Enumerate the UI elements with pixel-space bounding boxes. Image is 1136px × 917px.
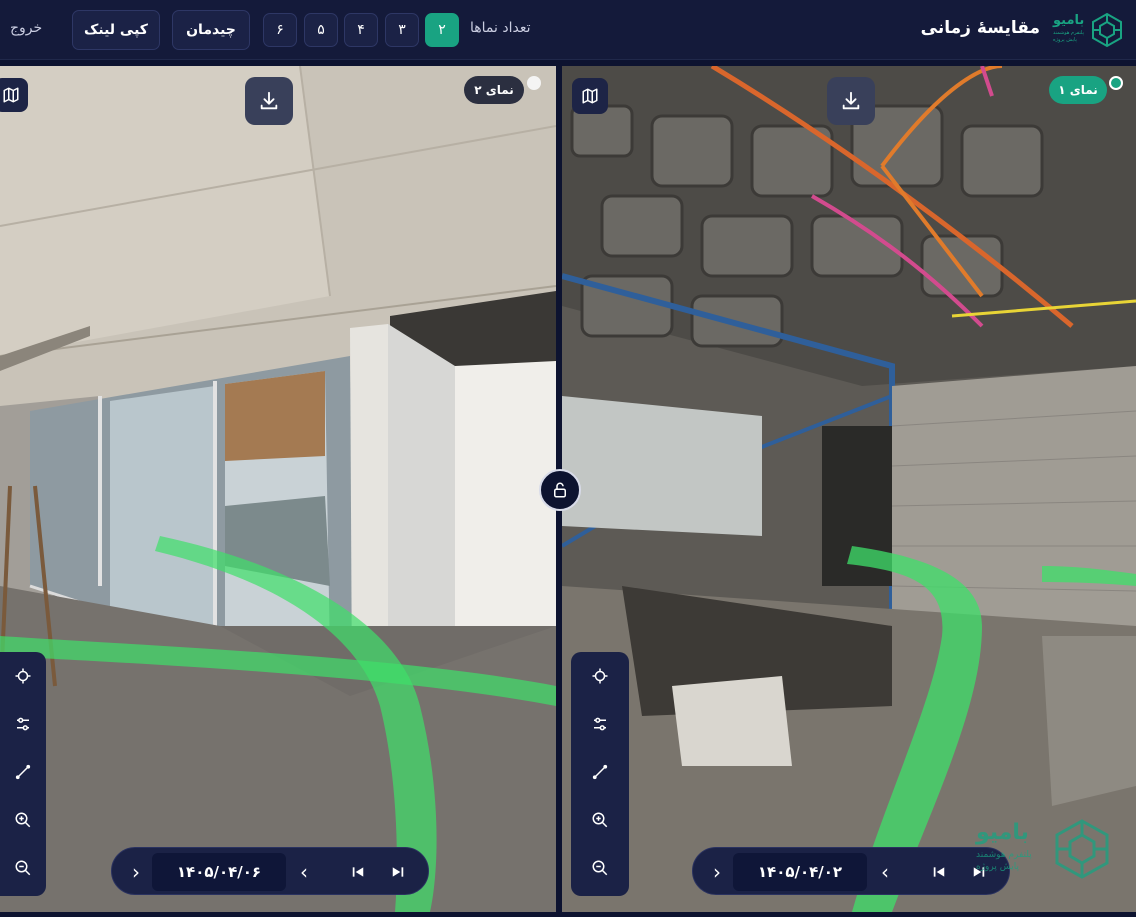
view-1-measure-button[interactable] bbox=[571, 748, 629, 796]
view-count-6-button[interactable]: ۶ bbox=[263, 13, 297, 47]
view-count-3-button[interactable]: ۳ bbox=[385, 13, 419, 47]
view-1-zoom-in-button[interactable] bbox=[571, 796, 629, 844]
view-2-zoom-out-button[interactable] bbox=[0, 844, 46, 892]
view-2-first-button[interactable] bbox=[344, 848, 372, 896]
view-count-label: تعداد نماها bbox=[470, 20, 531, 36]
view-1-locate-button[interactable] bbox=[571, 652, 629, 700]
watermark-tagline-2: پایش پروژه bbox=[976, 862, 1019, 872]
view-2-status-dot[interactable] bbox=[527, 76, 541, 90]
view-2-next-date-button[interactable]: › bbox=[122, 848, 150, 896]
view-2-adjust-button[interactable] bbox=[0, 700, 46, 748]
map-icon bbox=[582, 88, 598, 104]
measure-icon bbox=[15, 764, 31, 780]
view-1-status-dot[interactable] bbox=[1109, 76, 1123, 90]
view-1-first-button[interactable] bbox=[925, 848, 953, 896]
watermark-name: بامیو bbox=[976, 820, 1029, 845]
skip-start-icon bbox=[352, 867, 364, 877]
view-2-image bbox=[0, 66, 556, 912]
view-1-zoom-out-button[interactable] bbox=[571, 844, 629, 892]
view-1-tool-rail bbox=[571, 652, 629, 896]
sliders-icon bbox=[17, 717, 29, 731]
top-bar: بامیو پلتفرم هوشمند پایش پروژه مقایسهٔ ز… bbox=[0, 0, 1136, 60]
watermark-logo: بامیو پلتفرم هوشمند پایش پروژه bbox=[972, 816, 1122, 886]
view-2-locate-button[interactable] bbox=[0, 652, 46, 700]
view-2-last-button[interactable] bbox=[384, 848, 412, 896]
brand-logo: بامیو پلتفرم هوشمند پایش پروژه bbox=[1053, 11, 1127, 49]
view-count-4-button[interactable]: ۴ bbox=[344, 13, 378, 47]
copy-link-button[interactable]: کپی لینک bbox=[72, 10, 160, 50]
view-1-prev-date-button[interactable]: ‹ bbox=[871, 848, 899, 896]
crosshair-icon bbox=[15, 668, 31, 684]
view-1-download-button[interactable] bbox=[827, 77, 875, 125]
view-1-image bbox=[562, 66, 1136, 912]
view-2-map-button[interactable] bbox=[0, 78, 28, 112]
view-2-prev-date-button[interactable]: ‹ bbox=[290, 848, 318, 896]
zoom-out-icon bbox=[15, 860, 31, 876]
zoom-in-icon bbox=[15, 812, 31, 828]
view-count-2-button[interactable]: ۲ bbox=[425, 13, 459, 47]
zoom-in-icon bbox=[592, 812, 608, 828]
view-1-date-bar: › ۱۴۰۵/۰۴/۰۲ ‹ bbox=[692, 847, 1010, 895]
sync-lock-button[interactable] bbox=[539, 469, 581, 511]
download-icon bbox=[260, 91, 278, 110]
view-count-5-button[interactable]: ۵ bbox=[304, 13, 338, 47]
watermark-tagline-1: پلتفرم هوشمند bbox=[976, 850, 1032, 860]
brand-tagline-2: پایش پروژه bbox=[1053, 37, 1077, 43]
view-2-tool-rail bbox=[0, 652, 46, 896]
view-1-badge: نمای ۱ bbox=[1049, 76, 1107, 104]
view-1-panorama[interactable]: نمای ۱ › ۱۴۰۵/۰۴/۰۲ ‹ بامیو پلتفرم هوشمن… bbox=[562, 66, 1136, 912]
brand-tagline-1: پلتفرم هوشمند bbox=[1053, 30, 1084, 36]
view-2-download-button[interactable] bbox=[245, 77, 293, 125]
view-1-adjust-button[interactable] bbox=[571, 700, 629, 748]
view-1-map-button[interactable] bbox=[572, 78, 608, 114]
measure-icon bbox=[592, 764, 608, 780]
skip-end-icon bbox=[392, 867, 404, 877]
unlock-icon bbox=[554, 482, 566, 498]
view-1-date[interactable]: ۱۴۰۵/۰۴/۰۲ bbox=[733, 853, 867, 891]
brand-name: بامیو bbox=[1053, 13, 1085, 28]
exit-button[interactable]: خروج bbox=[10, 20, 42, 36]
layout-button[interactable]: چیدمان bbox=[172, 10, 250, 50]
page-title: مقایسهٔ زمانی bbox=[920, 18, 1040, 38]
map-icon bbox=[3, 87, 19, 103]
view-2-measure-button[interactable] bbox=[0, 748, 46, 796]
skip-start-icon bbox=[933, 867, 945, 877]
zoom-out-icon bbox=[592, 860, 608, 876]
crosshair-icon bbox=[592, 668, 608, 684]
sliders-icon bbox=[594, 717, 606, 731]
view-2-zoom-in-button[interactable] bbox=[0, 796, 46, 844]
view-2-badge: نمای ۲ bbox=[464, 76, 524, 104]
download-icon bbox=[842, 91, 860, 110]
view-2-panorama[interactable]: نمای ۲ › ۱۴۰۵/۰۴/۰۶ ‹ bbox=[0, 66, 556, 912]
view-2-date[interactable]: ۱۴۰۵/۰۴/۰۶ bbox=[152, 853, 286, 891]
view-1-next-date-button[interactable]: › bbox=[703, 848, 731, 896]
view-2-date-bar: › ۱۴۰۵/۰۴/۰۶ ‹ bbox=[111, 847, 429, 895]
